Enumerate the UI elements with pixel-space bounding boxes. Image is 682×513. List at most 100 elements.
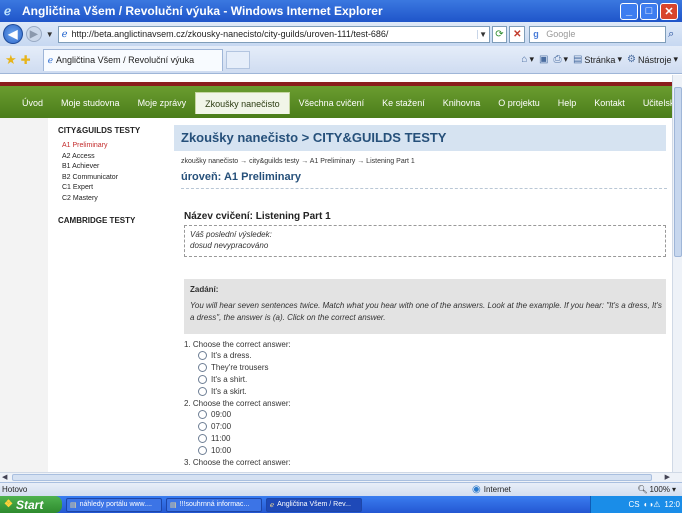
refresh-icon[interactable]: ⟳ (491, 25, 508, 43)
nav-item-ke-stazeni[interactable]: Ke stažení (373, 92, 434, 114)
scroll-right-icon[interactable]: ▶ (665, 473, 670, 481)
search-go-icon[interactable]: ⌕ (668, 26, 682, 43)
vertical-scrollbar[interactable] (672, 75, 682, 472)
nav-item-zkousky-nanecisto[interactable]: Zkoušky nanečisto (195, 92, 290, 114)
sidebar: CITY&GUILDS TESTY A1 Preliminary A2 Acce… (58, 126, 168, 225)
tools-menu[interactable]: ⚙ Nástroje ▾ (627, 54, 678, 65)
radio-button[interactable] (198, 409, 207, 419)
nav-item-o-projektu[interactable]: O projektu (489, 92, 549, 114)
title-bar: ℯ Angličtina Všem / Revoluční výuka - Wi… (0, 0, 682, 22)
search-placeholder: Google (546, 29, 576, 39)
nav-item-vsechna-cviceni[interactable]: Všechna cvičení (290, 92, 374, 114)
radio-button[interactable] (198, 386, 207, 396)
minimize-button[interactable]: _ (620, 2, 638, 20)
answer-option[interactable]: It's a dress. (198, 349, 666, 361)
address-input[interactable]: ℯ http://beta.anglictinavsem.cz/zkousky-… (57, 25, 490, 43)
question-3: 3. Choose the correct answer: (184, 458, 666, 467)
print-button[interactable]: ⎙ ▾ (553, 54, 568, 65)
sidebar-section-cambridge[interactable]: CAMBRIDGE TESTY (58, 216, 168, 225)
page-menu[interactable]: ▤ Stránka ▾ (573, 54, 622, 65)
radio-button[interactable] (198, 421, 207, 431)
zoom-control[interactable]: 🔍︎ 100% ▾ (637, 485, 676, 494)
nav-item-ucitelska-sekce[interactable]: Učitelská sekce (634, 92, 672, 114)
answer-option[interactable]: 11:00 (198, 432, 666, 444)
sidebar-item-b2-communicator[interactable]: B2 Communicator (58, 173, 168, 184)
sidebar-item-c2-mastery[interactable]: C2 Mastery (58, 194, 168, 205)
window-title: Angličtina Všem / Revoluční výuka - Wind… (22, 4, 383, 18)
new-tab-button[interactable] (225, 50, 250, 69)
history-dropdown-icon[interactable]: ▼ (46, 30, 54, 39)
sidebar-section-cityguilds[interactable]: CITY&GUILDS TESTY (58, 126, 168, 135)
answer-option[interactable]: They're trousers (198, 361, 666, 373)
horizontal-scroll-thumb[interactable] (12, 474, 652, 481)
sidebar-item-c1-expert[interactable]: C1 Expert (58, 183, 168, 194)
nav-item-knihovna[interactable]: Knihovna (434, 92, 490, 114)
option-label: It's a dress. (211, 350, 252, 360)
answer-option[interactable]: It's a shirt. (198, 373, 666, 385)
tab-active[interactable]: ℯ Angličtina Všem / Revoluční výuka (42, 48, 223, 71)
radio-button[interactable] (198, 445, 207, 455)
taskbar-button-1[interactable]: ▤ náhledy portálu www.... (66, 497, 162, 512)
feeds-button[interactable]: ▣ (539, 54, 548, 65)
question-2: 2. Choose the correct answer: 09:00 07:0… (184, 399, 666, 456)
exercise-title: Název cvičení: Listening Part 1 (184, 211, 331, 222)
task-box: Zadání: You will hear seven sentences tw… (184, 279, 666, 334)
add-favorites-icon[interactable]: ✚ (21, 53, 31, 67)
radio-button[interactable] (198, 362, 207, 372)
windows-flag-icon: ❖ (4, 499, 13, 510)
search-input[interactable]: g Google (529, 25, 667, 43)
maximize-button[interactable]: □ (640, 2, 658, 20)
taskbar-button-3[interactable]: ℯ Angličtina Všem / Rev... (266, 497, 362, 512)
nav-item-moje-studovna[interactable]: Moje studovna (52, 92, 129, 114)
sidebar-item-a1-preliminary[interactable]: A1 Preliminary (58, 141, 168, 152)
option-label: 10:00 (211, 445, 232, 455)
tab-label: Angličtina Všem / Revoluční výuka (56, 55, 195, 65)
question-label: 1. Choose the correct answer: (184, 340, 291, 349)
taskbar-button-label: Angličtina Všem / Rev... (277, 501, 351, 508)
level-heading: úroveň: A1 Preliminary (181, 171, 667, 189)
language-indicator[interactable]: CS (628, 500, 639, 509)
vertical-scroll-thumb[interactable] (674, 87, 682, 257)
globe-icon: ◉ (472, 484, 481, 495)
ie-icon: ℯ (270, 501, 275, 509)
nav-item-uvod[interactable]: Úvod (0, 92, 52, 114)
main-content: Zkoušky nanečisto > CITY&GUILDS TESTY zk… (174, 125, 667, 467)
nav-item-kontakt[interactable]: Kontakt (585, 92, 634, 114)
system-tray: CS ◐◑⚠ 12:0 (590, 496, 682, 513)
security-zone: ◉ Internet (472, 484, 622, 495)
sidebar-item-a2-access[interactable]: A2 Access (58, 152, 168, 163)
close-button[interactable]: ✕ (660, 2, 678, 20)
favorites-star-icon[interactable]: ★ (5, 52, 17, 68)
nav-item-help[interactable]: Help (549, 92, 586, 114)
answer-option[interactable]: 09:00 (198, 408, 666, 420)
tools-menu-label: Nástroje (637, 54, 672, 65)
scroll-left-icon[interactable]: ◀ (2, 473, 7, 481)
page-icon: ℯ (61, 28, 68, 40)
home-button[interactable]: ⌂ ▾ (521, 54, 534, 65)
tray-icons[interactable]: ◐◑⚠ (644, 500, 661, 509)
sidebar-item-b1-achiever[interactable]: B1 Achiever (58, 162, 168, 173)
start-label: Start (15, 497, 44, 512)
forward-button[interactable]: ▶ (25, 26, 42, 42)
option-label: It's a shirt. (211, 374, 248, 384)
back-button[interactable]: ◀ (3, 24, 23, 44)
horizontal-scrollbar[interactable]: ◀ ▶ (0, 472, 682, 482)
option-label: It's a skirt. (211, 386, 247, 396)
answer-option[interactable]: 07:00 (198, 420, 666, 432)
nav-item-moje-zpravy[interactable]: Moje zprávy (129, 92, 196, 114)
task-text: You will hear seven sentences twice. Mat… (190, 301, 662, 322)
radio-button[interactable] (198, 374, 207, 384)
answer-option[interactable]: 10:00 (198, 444, 666, 456)
result-label: Váš poslední výsledek: (190, 230, 272, 239)
answer-option[interactable]: It's a skirt. (198, 385, 666, 397)
stop-icon[interactable]: ✕ (509, 25, 526, 43)
taskbar-button-2[interactable]: ▤ !!!souhrnná informac... (166, 497, 262, 512)
zoom-level: 100% (649, 485, 670, 494)
address-toolbar: ◀ ▶ ▼ ℯ http://beta.anglictinavsem.cz/zk… (0, 22, 682, 46)
status-bar: Hotovo ◉ Internet 🔍︎ 100% ▾ (0, 482, 682, 496)
address-dropdown-icon[interactable]: ▼ (476, 29, 489, 39)
breadcrumb: zkoušky nanečisto → city&guilds testy → … (181, 158, 415, 165)
radio-button[interactable] (198, 350, 207, 360)
radio-button[interactable] (198, 433, 207, 443)
start-button[interactable]: ❖ Start (0, 496, 62, 513)
